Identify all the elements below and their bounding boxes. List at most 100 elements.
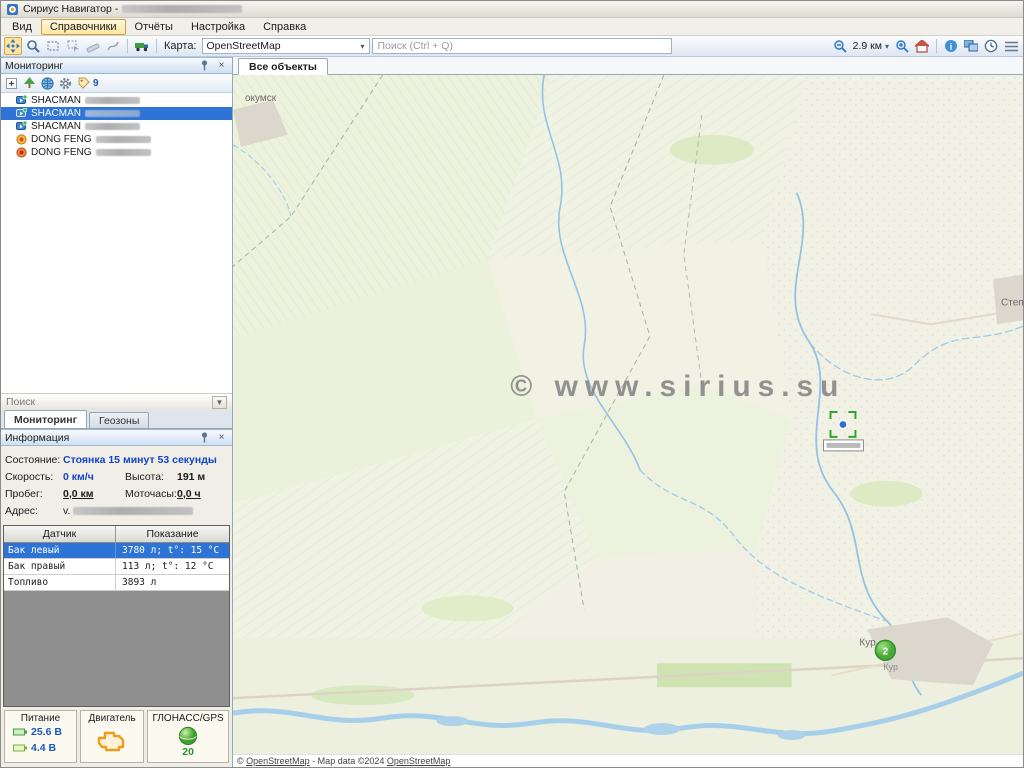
vehicle-row-selected[interactable]: SHACMAN: [1, 107, 232, 120]
menu-spravka[interactable]: Справка: [254, 19, 315, 35]
zoom-tool-icon[interactable]: [24, 37, 42, 55]
map-select-label: Карта:: [164, 40, 197, 52]
sensor-row[interactable]: Топливо 3893 л: [4, 575, 229, 591]
home-icon[interactable]: [913, 37, 931, 55]
search-input[interactable]: [372, 38, 672, 54]
tab-geozones[interactable]: Геозоны: [89, 412, 149, 428]
map-area: Все объекты: [233, 57, 1023, 767]
power-cell: Питание 25.6 В 4.4 В: [4, 710, 77, 763]
sensor-name: Бак левый: [4, 543, 116, 558]
map-tabstrip: Все объекты: [233, 57, 1023, 75]
app-icon: [6, 3, 19, 16]
pin-icon[interactable]: [198, 59, 211, 72]
info-icon[interactable]: i: [942, 37, 960, 55]
engine-cell: Двигатель: [80, 710, 144, 763]
attribution-middle: - Map data ©2024: [310, 756, 387, 766]
cluster-count: 2: [883, 646, 889, 657]
info-panel-title: Информация: [5, 432, 194, 444]
menu-spravochniki[interactable]: Справочники: [41, 19, 126, 35]
chevron-down-icon: ▾: [885, 42, 889, 51]
vehicle-icon[interactable]: [133, 37, 151, 55]
map-image: окумск Степ Кур Кур © www.sirius.su: [233, 75, 1023, 754]
main-toolbar: Карта: OpenStreetMap ▾ 2.9 км ▾ i: [1, 36, 1023, 57]
select-rect-icon[interactable]: [44, 37, 62, 55]
vehicle-list: SHACMAN SHACMAN SHACMAN DONG FENG: [1, 93, 232, 159]
sensor-value: 3893 л: [116, 575, 229, 590]
map-canvas[interactable]: окумск Степ Кур Кур © www.sirius.su: [233, 75, 1023, 754]
vehicle-statusbar: Питание 25.6 В 4.4 В Двигатель: [1, 707, 232, 767]
label-count-badge: 9: [93, 78, 99, 89]
gear-icon[interactable]: [57, 75, 74, 92]
menu-vid[interactable]: Вид: [3, 19, 41, 35]
pan-tool-icon[interactable]: [4, 37, 22, 55]
menu-nastroyka[interactable]: Настройка: [182, 19, 254, 35]
power-main-row: 25.6 В: [7, 724, 74, 740]
vehicle-row[interactable]: SHACMAN: [1, 120, 232, 133]
sensor-value: 3780 л; t°: 15 °C: [116, 543, 229, 558]
list-icon[interactable]: [1002, 37, 1020, 55]
vehicle-row[interactable]: DONG FENG: [1, 133, 232, 146]
osm-link[interactable]: OpenStreetMap: [387, 756, 451, 766]
hours-value[interactable]: 0,0 ч: [177, 488, 201, 500]
mileage-value[interactable]: 0,0 км: [63, 488, 125, 500]
place-label: Кур: [883, 662, 898, 672]
expand-tree-icon[interactable]: [3, 75, 20, 92]
vehicle-status-icon: [16, 108, 27, 119]
list-search-row[interactable]: Поиск ▼: [1, 393, 232, 410]
clock-icon[interactable]: [982, 37, 1000, 55]
scale-selector[interactable]: 2.9 км ▾: [851, 40, 891, 52]
pin-icon[interactable]: [198, 431, 211, 444]
labels-toggle-icon[interactable]: [75, 75, 92, 92]
tree-view-icon[interactable]: [21, 75, 38, 92]
zoom-in-icon[interactable]: [893, 37, 911, 55]
map-provider-select[interactable]: OpenStreetMap ▾: [202, 38, 370, 54]
mileage-label: Пробег:: [5, 488, 63, 500]
satellite-count: 20: [182, 746, 194, 758]
titlebar: Сириус Навигатор -: [1, 1, 1023, 18]
scale-value: 2.9 км: [853, 40, 882, 52]
sidebar: Мониторинг ×: [1, 57, 233, 767]
chevron-down-icon: ▾: [360, 42, 364, 51]
engine-label: Двигатель: [89, 713, 136, 724]
app-window: Сириус Навигатор - Вид Справочники Отчёт…: [0, 0, 1024, 768]
value-col-header[interactable]: Показание: [116, 526, 229, 542]
vehicle-status-icon: [16, 147, 27, 158]
filter-icon[interactable]: ▼: [212, 396, 227, 409]
window-title: Сириус Навигатор -: [23, 3, 118, 15]
power-backup-value: 4.4 В: [31, 742, 56, 754]
close-icon[interactable]: ×: [215, 431, 228, 444]
track-icon[interactable]: [104, 37, 122, 55]
sensor-row-selected[interactable]: Бак левый 3780 л; t°: 15 °C: [4, 543, 229, 559]
monitoring-panel-title: Мониторинг: [5, 60, 194, 72]
sensor-row[interactable]: Бак правый 113 л; t°: 12 °C: [4, 559, 229, 575]
vehicle-name: SHACMAN: [31, 108, 81, 119]
power-backup-row: 4.4 В: [7, 740, 74, 756]
state-label: Состояние:: [5, 454, 63, 466]
close-icon[interactable]: ×: [215, 59, 228, 72]
menu-otchety[interactable]: Отчёты: [126, 19, 182, 35]
redacted-text: [85, 123, 140, 130]
sensor-table-header: Датчик Показание: [4, 526, 229, 543]
engine-icon: [96, 728, 128, 754]
sensor-col-header[interactable]: Датчик: [4, 526, 116, 542]
power-main-value: 25.6 В: [31, 726, 62, 738]
altitude-label: Высота:: [125, 471, 177, 483]
speed-label: Скорость:: [5, 471, 63, 483]
vehicle-row[interactable]: DONG FENG: [1, 146, 232, 159]
cluster-marker[interactable]: 2: [875, 640, 895, 660]
redacted-text: [96, 149, 151, 156]
menubar: Вид Справочники Отчёты Настройка Справка: [1, 18, 1023, 36]
tab-all-objects[interactable]: Все объекты: [238, 58, 328, 75]
select-lasso-icon[interactable]: [64, 37, 82, 55]
osm-link[interactable]: OpenStreetMap: [246, 756, 310, 766]
zoom-out-icon[interactable]: [831, 37, 849, 55]
vehicle-row[interactable]: SHACMAN: [1, 94, 232, 107]
measure-icon[interactable]: [84, 37, 102, 55]
globe-icon[interactable]: [39, 75, 56, 92]
toolbar-separator: [156, 39, 157, 53]
tab-monitoring[interactable]: Мониторинг: [4, 410, 87, 428]
gps-icon: [178, 726, 198, 746]
address-label: Адрес:: [5, 505, 63, 517]
redacted-plate: [826, 443, 860, 448]
monitors-icon[interactable]: [962, 37, 980, 55]
